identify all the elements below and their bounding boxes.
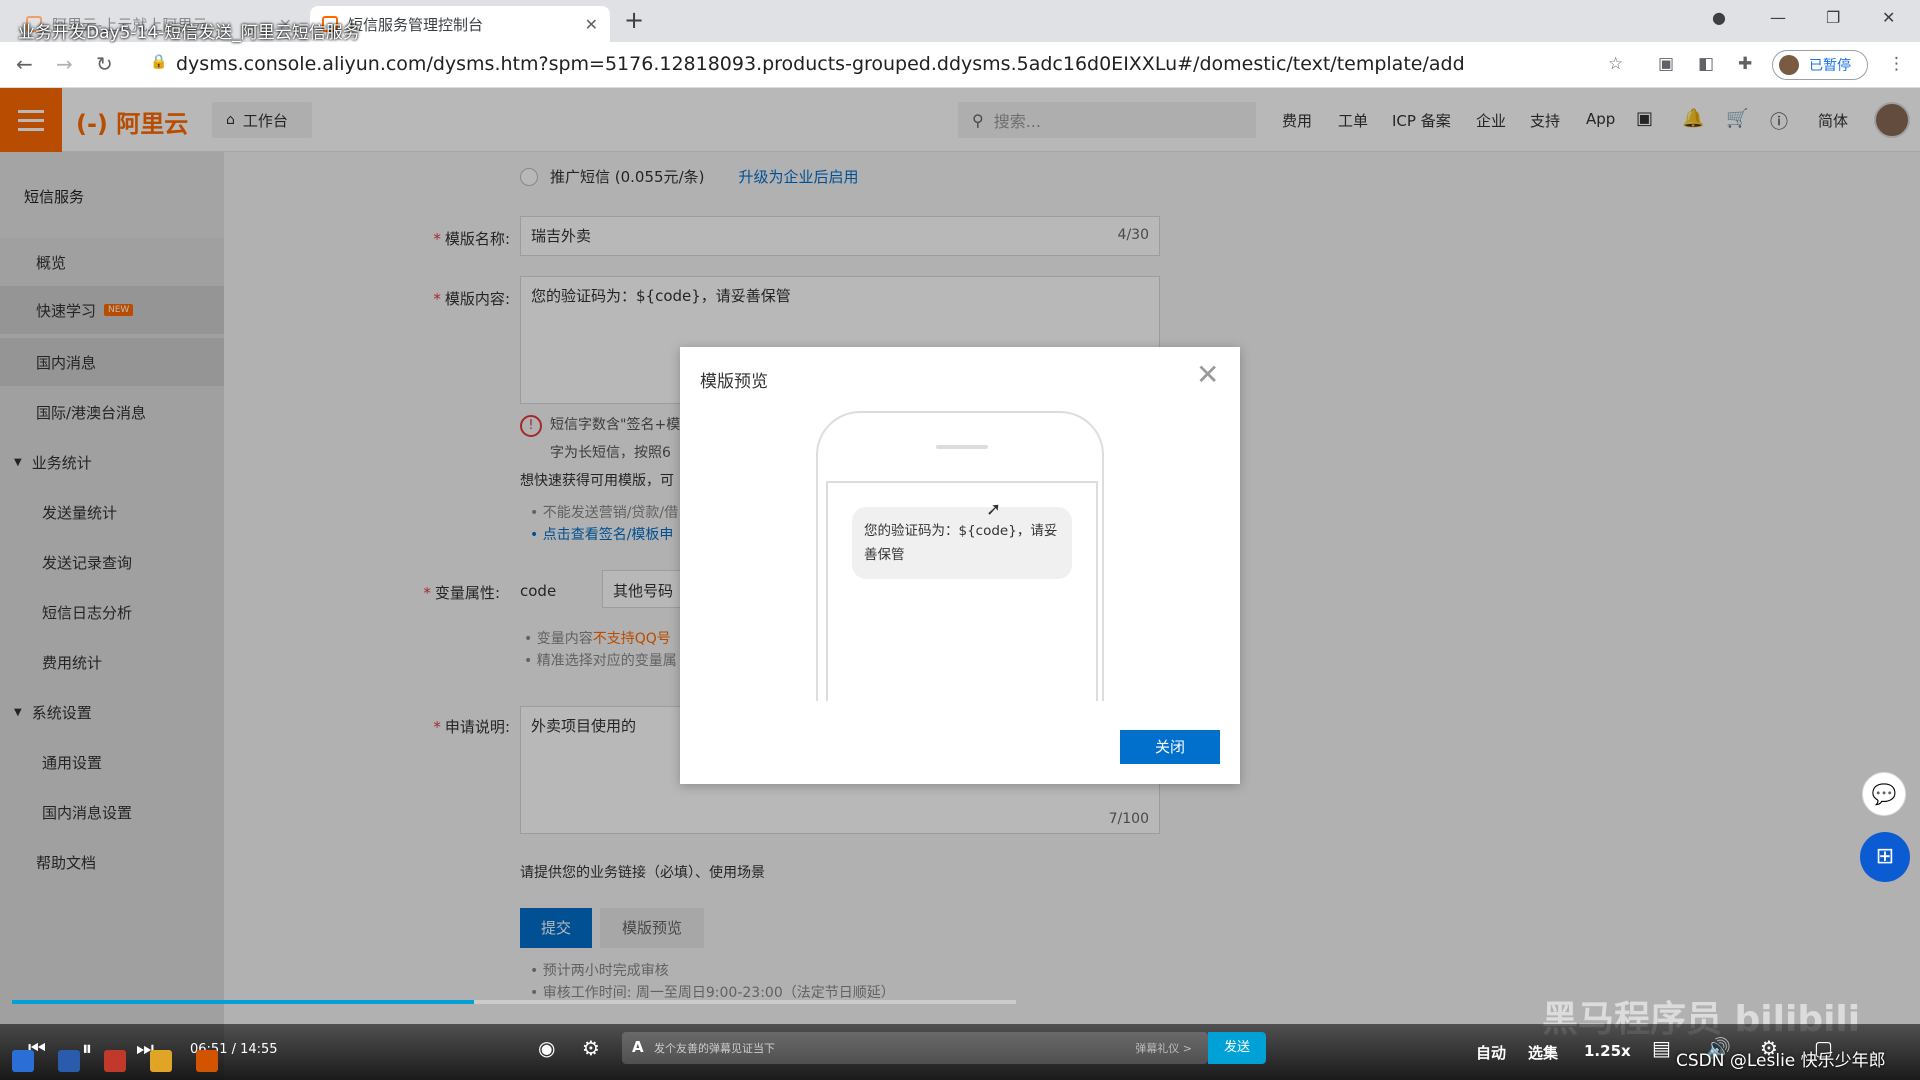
url-text[interactable]: dysms.console.aliyun.com/dysms.htm?spm=5… xyxy=(176,53,1465,75)
danmu-etiquette-link[interactable]: 弹幕礼仪 > xyxy=(1135,1040,1192,1056)
extension-off-icon[interactable]: ▣ xyxy=(1658,54,1674,74)
chrome-taskbar-icon[interactable] xyxy=(196,1050,218,1072)
translate-icon[interactable]: ◧ xyxy=(1698,54,1714,74)
screen: 阿里云-上云就上阿里云 ✕ 短信服务管理控制台 ✕ + ● — ❐ ✕ 业务开发… xyxy=(0,0,1920,1080)
csdn-credit: CSDN @Leslie 快乐少年郎 xyxy=(1676,1051,1886,1071)
video-title: 业务开发Day5-14-短信发送_阿里云短信服务 xyxy=(18,23,360,43)
reload-icon[interactable]: ↻ xyxy=(96,52,113,76)
app-taskbar-icon[interactable] xyxy=(104,1050,126,1072)
video-progress-bar[interactable] xyxy=(12,1000,1016,1004)
app-taskbar-icon[interactable] xyxy=(58,1050,80,1072)
danmu-settings-icon[interactable]: ⚙ xyxy=(582,1036,600,1060)
more-menu-icon[interactable]: ⋮ xyxy=(1888,54,1905,74)
paused-label: 已暂停 xyxy=(1809,58,1851,74)
episodes-button[interactable]: 选集 xyxy=(1528,1042,1558,1063)
new-tab-icon[interactable]: + xyxy=(624,6,644,34)
lock-icon[interactable]: 🔒 xyxy=(150,54,167,70)
folder-taskbar-icon[interactable] xyxy=(150,1050,172,1072)
minimize-icon[interactable]: — xyxy=(1770,8,1786,27)
video-progress-fill xyxy=(12,1000,474,1004)
extensions-puzzle-icon[interactable]: ✚ xyxy=(1738,54,1752,74)
mouse-cursor-icon: ➚ xyxy=(986,499,1002,520)
restore-icon[interactable]: ❐ xyxy=(1826,8,1840,27)
close-window-icon[interactable]: ✕ xyxy=(1882,8,1895,27)
speed-button[interactable]: 1.25x xyxy=(1584,1042,1631,1060)
danmu-style-icon[interactable]: A xyxy=(632,1038,644,1056)
subtitle-icon[interactable]: ▤ xyxy=(1652,1036,1671,1060)
template-preview-dialog: 模版预览 ✕ 您的验证码为：${code}，请妥善保管 ➚ 关闭 xyxy=(680,347,1240,784)
pause-icon[interactable]: ⏸ xyxy=(82,1036,92,1060)
profile-dot-icon[interactable]: ● xyxy=(1712,8,1726,27)
phone-speaker xyxy=(936,445,988,449)
danmu-toggle-icon[interactable]: ◉ xyxy=(538,1036,555,1060)
dialog-title: 模版预览 xyxy=(700,372,768,392)
close-icon[interactable]: ✕ xyxy=(1196,361,1219,389)
chat-icon[interactable]: 💬 xyxy=(1862,772,1906,816)
profile-paused-button[interactable]: 已暂停 xyxy=(1772,50,1868,80)
video-player-controls: ⏮ ⏸ ⏭ 06:51 / 14:55 ◉ ⚙ A 发个友善的弹幕见证当下 弹幕… xyxy=(0,1024,1920,1080)
danmu-input[interactable]: A 发个友善的弹幕见证当下 弹幕礼仪 > xyxy=(622,1032,1208,1064)
phone-mockup: 您的验证码为：${code}，请妥善保管 xyxy=(816,411,1104,701)
back-icon[interactable]: ← xyxy=(16,52,33,76)
close-button[interactable]: 关闭 xyxy=(1120,730,1220,764)
bookmark-star-icon[interactable]: ☆ xyxy=(1608,54,1623,74)
apps-grid-icon[interactable]: ⊞ xyxy=(1860,832,1910,882)
phone-screen: 您的验证码为：${code}，请妥善保管 xyxy=(826,481,1098,701)
close-tab-icon[interactable]: ✕ xyxy=(585,15,598,34)
windows-start-icon[interactable] xyxy=(12,1050,34,1072)
forward-icon[interactable]: → xyxy=(56,52,73,76)
avatar xyxy=(1779,55,1799,75)
address-bar: ← → ↻ 🔒 dysms.console.aliyun.com/dysms.h… xyxy=(0,42,1920,88)
sms-preview-bubble: 您的验证码为：${code}，请妥善保管 xyxy=(852,507,1072,579)
quality-auto-button[interactable]: 自动 xyxy=(1476,1042,1506,1063)
tab-label: 短信服务管理控制台 xyxy=(348,15,484,34)
send-danmu-button[interactable]: 发送 xyxy=(1208,1032,1266,1064)
